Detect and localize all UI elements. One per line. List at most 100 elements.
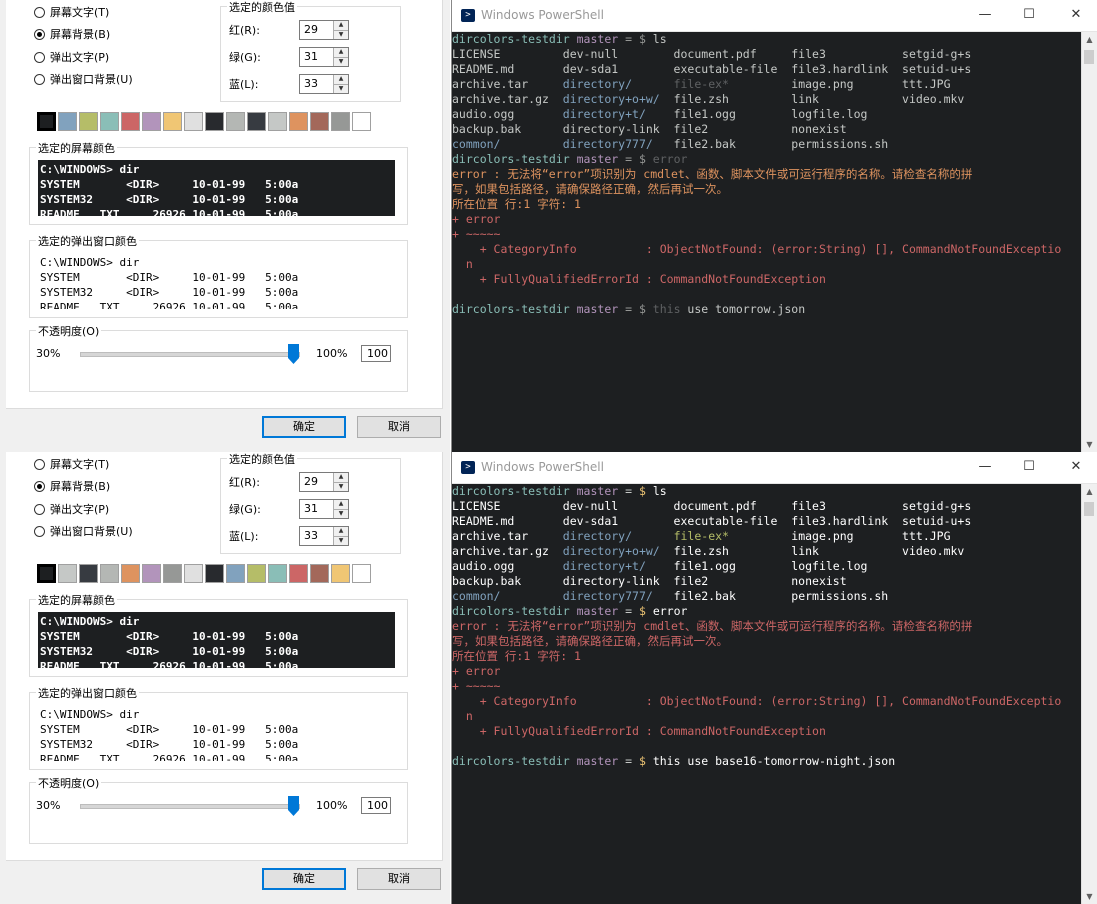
- red-spinner[interactable]: 29 ▲ ▼: [299, 472, 349, 492]
- maximize-icon[interactable]: ☐: [1019, 458, 1039, 476]
- opacity-value-field[interactable]: 100: [361, 797, 391, 814]
- color-swatch[interactable]: [121, 112, 140, 131]
- color-swatch[interactable]: [142, 564, 161, 583]
- green-spinner[interactable]: 31 ▲ ▼: [299, 47, 349, 67]
- vertical-scrollbar[interactable]: ▲ ▼: [1081, 484, 1097, 904]
- color-swatch[interactable]: [310, 112, 329, 131]
- spin-up-icon[interactable]: ▲: [334, 75, 348, 84]
- opacity-slider-track[interactable]: [80, 352, 300, 357]
- cancel-button[interactable]: 取消: [357, 868, 441, 890]
- color-swatch[interactable]: [163, 112, 182, 131]
- terminal-output[interactable]: dircolors-testdir master = $ ls LICENSE d…: [452, 32, 1083, 452]
- preview-line: C:\WINDOWS> dir: [40, 615, 140, 628]
- color-swatch[interactable]: [268, 564, 287, 583]
- color-swatch[interactable]: [100, 564, 119, 583]
- scroll-up-icon[interactable]: ▲: [1082, 484, 1097, 499]
- red-value[interactable]: 29: [300, 473, 333, 491]
- spin-up-icon[interactable]: ▲: [334, 21, 348, 30]
- color-swatch[interactable]: [58, 564, 77, 583]
- ok-button[interactable]: 确定: [262, 416, 346, 438]
- minimize-icon[interactable]: —: [975, 458, 995, 476]
- spin-down-icon[interactable]: ▼: [334, 508, 348, 518]
- color-swatch[interactable]: [289, 564, 308, 583]
- color-swatch[interactable]: [184, 564, 203, 583]
- spin-up-icon[interactable]: ▲: [334, 500, 348, 509]
- spin-down-icon[interactable]: ▼: [334, 29, 348, 39]
- green-value[interactable]: 31: [300, 48, 333, 66]
- color-swatch[interactable]: [226, 564, 245, 583]
- opacity-slider-track[interactable]: [80, 804, 300, 809]
- minimize-icon[interactable]: —: [975, 6, 995, 24]
- color-swatch[interactable]: [352, 564, 371, 583]
- color-swatch[interactable]: [37, 112, 56, 131]
- color-swatch[interactable]: [58, 112, 77, 131]
- vertical-scrollbar[interactable]: ▲ ▼: [1081, 32, 1097, 452]
- radio-popup-background[interactable]: 弹出窗口背景(U): [34, 70, 133, 88]
- color-swatch[interactable]: [163, 564, 182, 583]
- color-swatch[interactable]: [100, 112, 119, 131]
- terminal-segment: master: [569, 604, 619, 618]
- blue-value[interactable]: 33: [300, 75, 333, 93]
- ok-button[interactable]: 确定: [262, 868, 346, 890]
- radio-popup-background[interactable]: 弹出窗口背景(U): [34, 522, 133, 540]
- opacity-value-field[interactable]: 100: [361, 345, 391, 362]
- color-swatch[interactable]: [79, 564, 98, 583]
- scroll-up-icon[interactable]: ▲: [1082, 32, 1097, 47]
- spin-up-icon[interactable]: ▲: [334, 473, 348, 482]
- scrollbar-thumb[interactable]: [1084, 502, 1094, 516]
- color-palette: [37, 112, 373, 134]
- color-swatch[interactable]: [37, 564, 56, 583]
- color-swatch[interactable]: [247, 564, 266, 583]
- color-swatch[interactable]: [142, 112, 161, 131]
- blue-spinner[interactable]: 33 ▲ ▼: [299, 74, 349, 94]
- window-titlebar[interactable]: > Windows PowerShell — ☐ ✕: [452, 452, 1097, 484]
- window-titlebar[interactable]: > Windows PowerShell — ☐ ✕: [452, 0, 1097, 32]
- terminal-output[interactable]: dircolors-testdir master = $ ls LICENSE d…: [452, 484, 1083, 904]
- color-swatch[interactable]: [226, 112, 245, 131]
- color-swatch[interactable]: [184, 112, 203, 131]
- blue-value[interactable]: 33: [300, 527, 333, 545]
- scroll-down-icon[interactable]: ▼: [1082, 889, 1097, 904]
- terminal-segment: = $: [618, 32, 653, 46]
- spin-up-icon[interactable]: ▲: [334, 48, 348, 57]
- scrollbar-thumb[interactable]: [1084, 50, 1094, 64]
- spin-down-icon[interactable]: ▼: [334, 535, 348, 545]
- close-icon[interactable]: ✕: [1066, 6, 1086, 24]
- color-values-group: 选定的颜色值 红(R): 29 ▲ ▼ 绿(G): 31 ▲ ▼ 蓝(L): 3…: [220, 452, 401, 554]
- close-icon[interactable]: ✕: [1066, 458, 1086, 476]
- color-swatch[interactable]: [79, 112, 98, 131]
- red-spinner[interactable]: 29 ▲ ▼: [299, 20, 349, 40]
- opacity-slider-thumb[interactable]: [288, 344, 299, 364]
- color-swatch[interactable]: [331, 112, 350, 131]
- radio-screen-text[interactable]: 屏幕文字(T): [34, 3, 109, 21]
- spin-down-icon[interactable]: ▼: [334, 56, 348, 66]
- color-swatch[interactable]: [310, 564, 329, 583]
- red-value[interactable]: 29: [300, 21, 333, 39]
- color-swatch[interactable]: [331, 564, 350, 583]
- color-swatch[interactable]: [121, 564, 140, 583]
- opacity-slider-thumb[interactable]: [288, 796, 299, 816]
- color-swatch[interactable]: [289, 112, 308, 131]
- spin-down-icon[interactable]: ▼: [334, 83, 348, 93]
- green-value[interactable]: 31: [300, 500, 333, 518]
- radio-screen-background[interactable]: 屏幕背景(B): [34, 25, 110, 43]
- radio-popup-text[interactable]: 弹出文字(P): [34, 500, 109, 518]
- spin-down-icon[interactable]: ▼: [334, 481, 348, 491]
- maximize-icon[interactable]: ☐: [1019, 6, 1039, 24]
- radio-popup-text[interactable]: 弹出文字(P): [34, 48, 109, 66]
- cancel-button[interactable]: 取消: [357, 416, 441, 438]
- color-swatch[interactable]: [247, 112, 266, 131]
- terminal-segment: file.zsh link video.mkv: [659, 544, 965, 558]
- scroll-down-icon[interactable]: ▼: [1082, 437, 1097, 452]
- green-spinner[interactable]: 31 ▲ ▼: [299, 499, 349, 519]
- blue-spinner[interactable]: 33 ▲ ▼: [299, 526, 349, 546]
- radio-screen-background[interactable]: 屏幕背景(B): [34, 477, 110, 495]
- color-swatch[interactable]: [352, 112, 371, 131]
- color-swatch[interactable]: [268, 112, 287, 131]
- spin-up-icon[interactable]: ▲: [334, 527, 348, 536]
- radio-screen-text[interactable]: 屏幕文字(T): [34, 455, 109, 473]
- color-swatch[interactable]: [205, 112, 224, 131]
- terminal-segment: $: [638, 754, 653, 768]
- terminal-line: + FullyQualifiedErrorId : CommandNotFoun…: [452, 724, 826, 739]
- color-swatch[interactable]: [205, 564, 224, 583]
